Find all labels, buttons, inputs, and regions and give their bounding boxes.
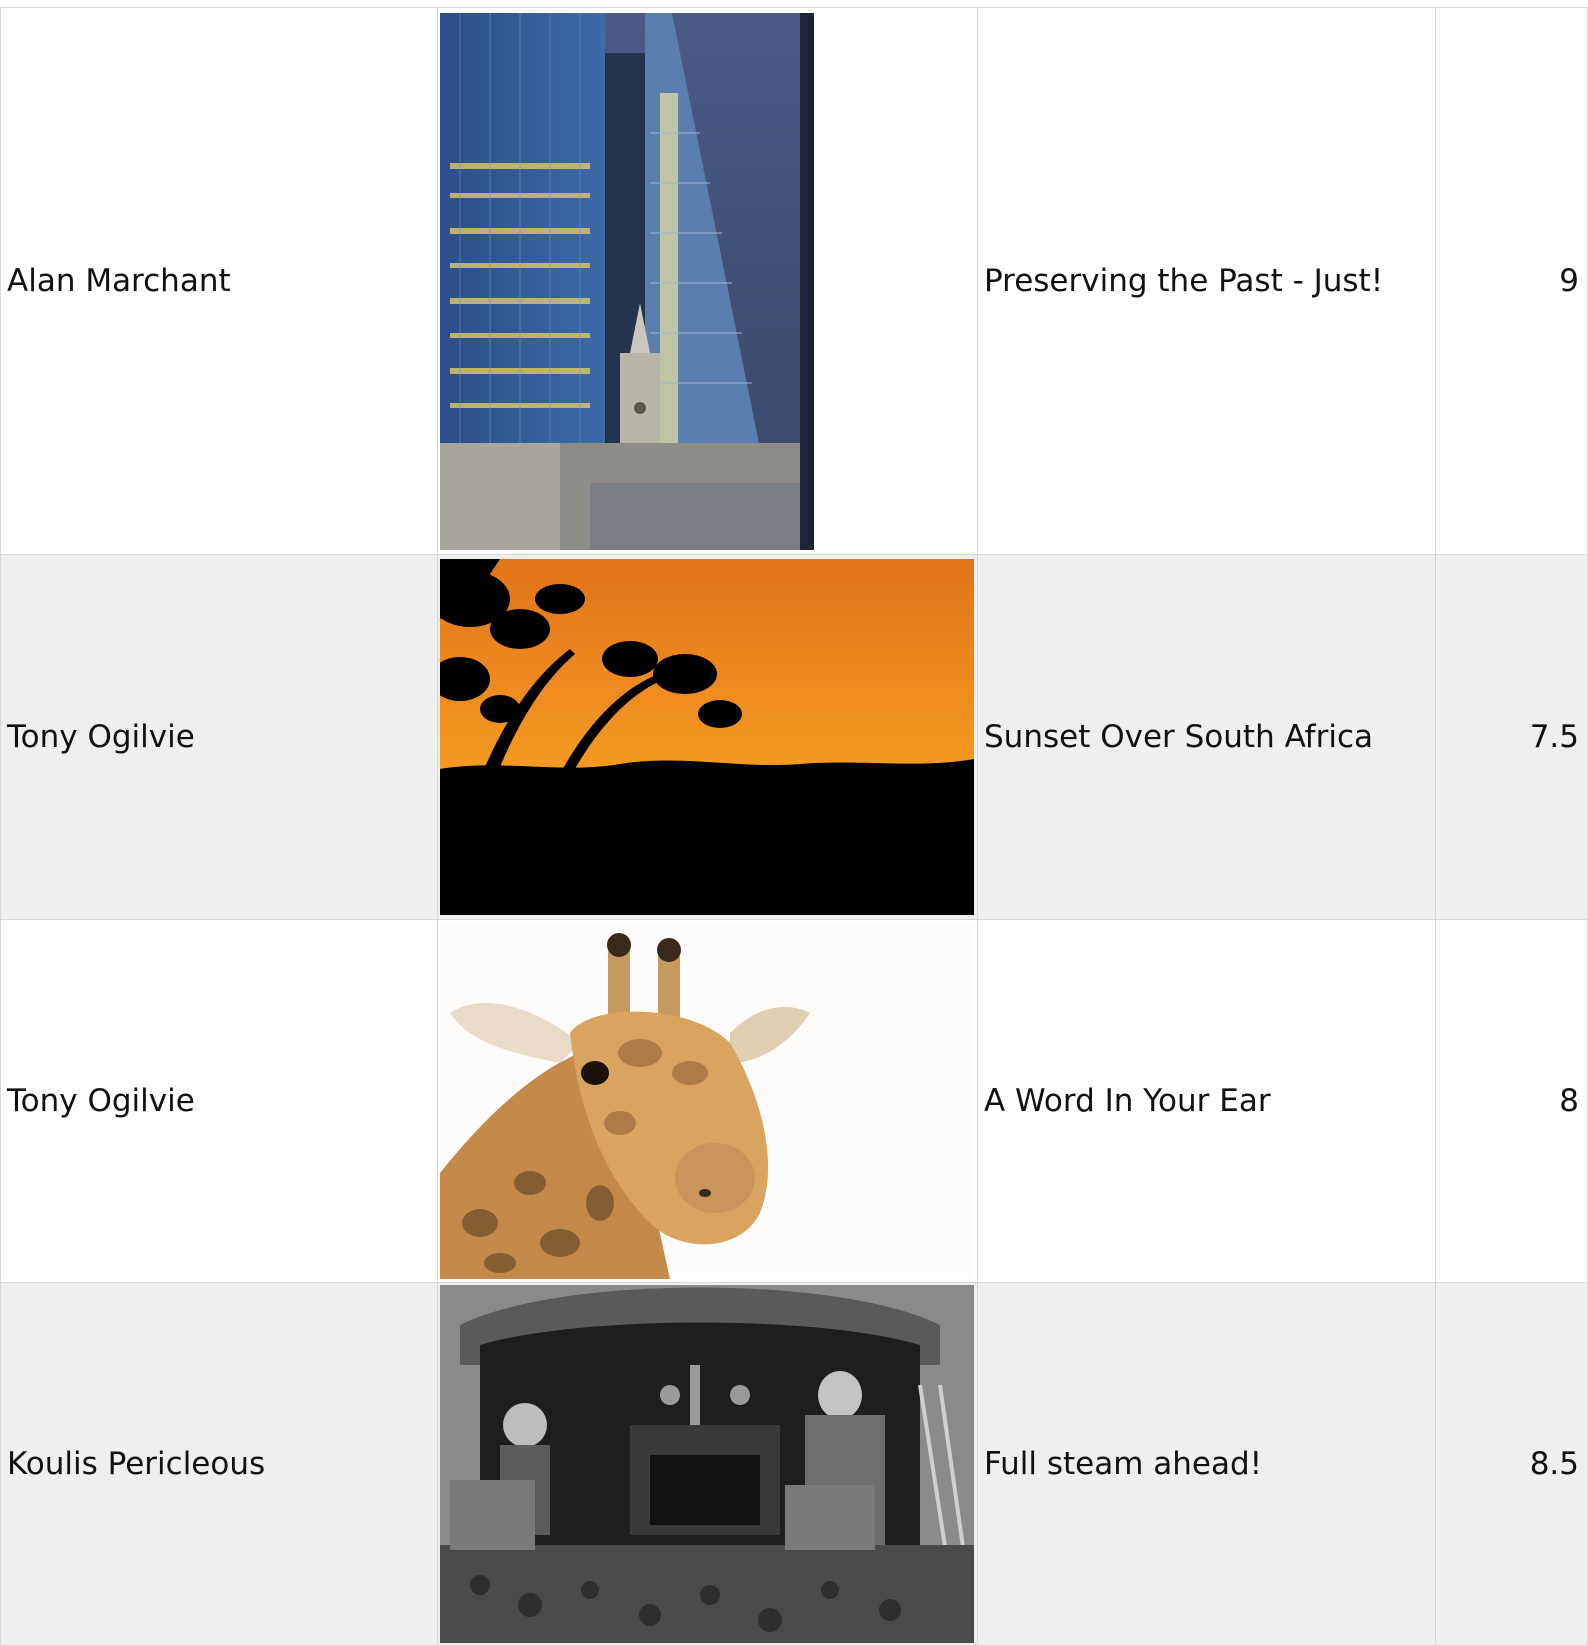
- city-towers-photo[interactable]: [440, 12, 814, 550]
- score-cell: 7.5: [1435, 554, 1588, 920]
- image-cell: [437, 7, 978, 555]
- competition-results-table: Alan Marchant Preserving the Past - Just…: [0, 7, 1588, 1646]
- author-cell: Koulis Pericleous: [0, 1282, 438, 1646]
- title-cell: A Word In Your Ear: [977, 919, 1436, 1283]
- table-row: Alan Marchant Preserving the Past - Just…: [0, 7, 1588, 555]
- title-cell: Preserving the Past - Just!: [977, 7, 1436, 555]
- author-cell: Tony Ogilvie: [0, 554, 438, 920]
- title-cell: Full steam ahead!: [977, 1282, 1436, 1646]
- author-cell: Alan Marchant: [0, 7, 438, 555]
- score-cell: 8.5: [1435, 1282, 1588, 1646]
- steam-locomotive-cab-photo[interactable]: [440, 1285, 974, 1643]
- giraffe-head-photo[interactable]: [440, 923, 974, 1279]
- title-cell: Sunset Over South Africa: [977, 554, 1436, 920]
- table-row: Koulis Pericleous Full steam ahead! 8.5: [0, 1282, 1588, 1646]
- sunset-savanna-photo[interactable]: [440, 559, 974, 915]
- image-cell: [437, 554, 978, 920]
- table-row: Tony Ogilvie: [0, 919, 1588, 1283]
- image-cell: [437, 919, 978, 1283]
- image-cell: [437, 1282, 978, 1646]
- table-row: Tony Ogilvie: [0, 554, 1588, 920]
- score-cell: 8: [1435, 919, 1588, 1283]
- score-cell: 9: [1435, 7, 1588, 555]
- author-cell: Tony Ogilvie: [0, 919, 438, 1283]
